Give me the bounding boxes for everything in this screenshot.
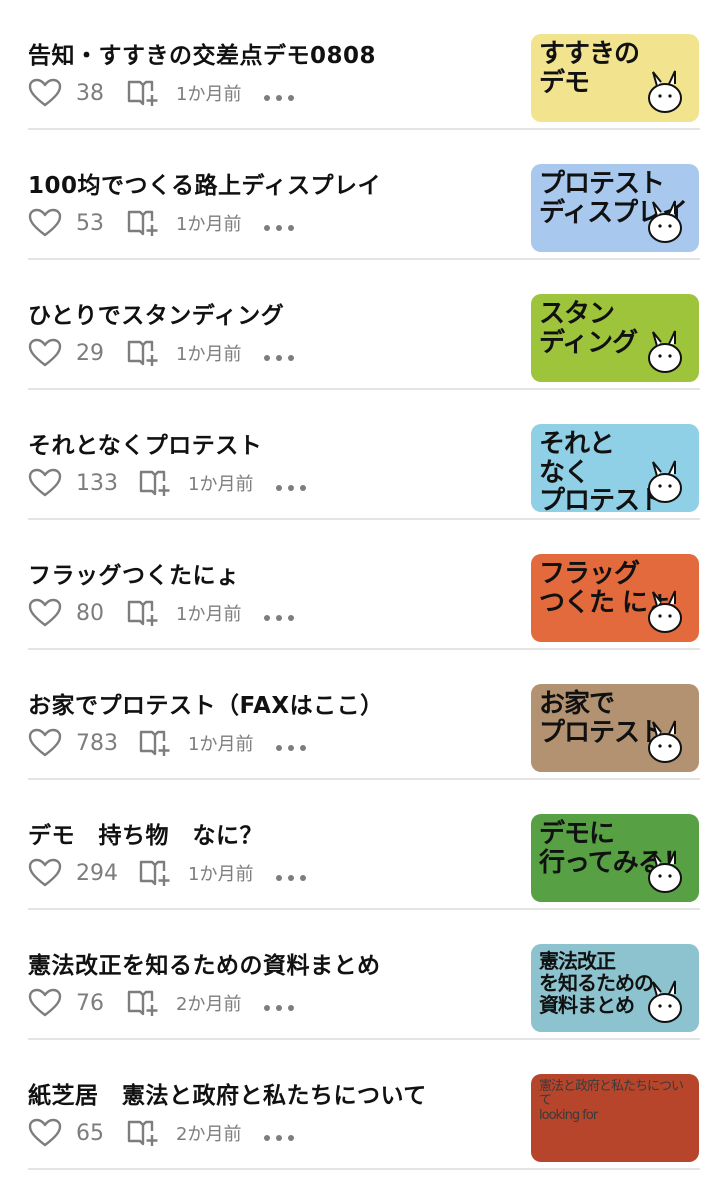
article-item[interactable]: それとなくプロテスト 133 1か月前 それと なく プロテスト	[0, 390, 728, 520]
article-meta: 38 1か月前	[28, 76, 295, 110]
article-meta: 294 1か月前	[28, 856, 307, 890]
heart-icon[interactable]	[28, 988, 62, 1018]
article-thumbnail[interactable]: それと なく プロテスト	[531, 424, 699, 512]
article-item[interactable]: ひとりでスタンディング 29 1か月前 スタン ディング	[0, 260, 728, 390]
heart-icon[interactable]	[28, 728, 62, 758]
article-title[interactable]: ひとりでスタンディング	[28, 296, 508, 330]
like-count: 53	[76, 210, 104, 236]
heart-icon[interactable]	[28, 858, 62, 888]
heart-icon[interactable]	[28, 78, 62, 108]
add-to-magazine-icon[interactable]	[126, 208, 160, 238]
article-meta: 133 1か月前	[28, 466, 307, 500]
like-count: 65	[76, 1120, 104, 1146]
article-title[interactable]: お家でプロテスト（FAXはここ）	[28, 686, 508, 720]
post-time: 2か月前	[176, 994, 242, 1015]
heart-icon[interactable]	[28, 468, 62, 498]
article-title[interactable]: 紙芝居 憲法と政府と私たちについて	[28, 1076, 508, 1110]
article-title[interactable]: フラッグつくたにょ	[28, 556, 508, 590]
more-options-icon[interactable]	[263, 348, 295, 361]
article-title[interactable]: 告知・すすきの交差点デモ0808	[28, 36, 508, 70]
article-thumbnail[interactable]: すすきの デモ	[531, 34, 699, 122]
article-meta: 29 1か月前	[28, 336, 295, 370]
article-thumbnail[interactable]: 憲法と政府と私たちについて looking for	[531, 1074, 699, 1162]
add-to-magazine-icon[interactable]	[138, 858, 172, 888]
post-time: 1か月前	[188, 864, 254, 885]
article-title[interactable]: 100均でつくる路上ディスプレイ	[28, 166, 508, 200]
add-to-magazine-icon[interactable]	[126, 338, 160, 368]
like-count: 38	[76, 80, 104, 106]
add-to-magazine-icon[interactable]	[138, 728, 172, 758]
article-thumbnail[interactable]: プロテスト ディスプレイ	[531, 164, 699, 252]
article-item[interactable]: 憲法改正を知るための資料まとめ 76 2か月前 憲法改正 を知るための 資料まと…	[0, 910, 728, 1040]
like-count: 80	[76, 600, 104, 626]
article-thumbnail[interactable]: お家で プロテスト	[531, 684, 699, 772]
article-title[interactable]: デモ 持ち物 なに？	[28, 816, 508, 850]
more-options-icon[interactable]	[275, 868, 307, 881]
article-thumbnail[interactable]: フラッグ つくた にょ	[531, 554, 699, 642]
article-thumbnail[interactable]: 憲法改正 を知るための 資料まとめ	[531, 944, 699, 1032]
like-count: 783	[76, 730, 118, 756]
post-time: 1か月前	[176, 604, 242, 625]
article-list: 告知・すすきの交差点デモ0808 38 1か月前 すすきの デモ 100均でつく…	[0, 0, 728, 1170]
article-thumbnail[interactable]: スタン ディング	[531, 294, 699, 382]
heart-icon[interactable]	[28, 598, 62, 628]
article-thumbnail[interactable]: デモに 行ってみる！	[531, 814, 699, 902]
article-item[interactable]: 100均でつくる路上ディスプレイ 53 1か月前 プロテスト ディスプレイ	[0, 130, 728, 260]
post-time: 2か月前	[176, 1124, 242, 1145]
add-to-magazine-icon[interactable]	[126, 988, 160, 1018]
more-options-icon[interactable]	[263, 998, 295, 1011]
article-item[interactable]: デモ 持ち物 なに？ 294 1か月前 デモに 行ってみる！	[0, 780, 728, 910]
like-count: 29	[76, 340, 104, 366]
article-meta: 783 1か月前	[28, 726, 307, 760]
like-count: 294	[76, 860, 118, 886]
post-time: 1か月前	[176, 214, 242, 235]
more-options-icon[interactable]	[263, 218, 295, 231]
more-options-icon[interactable]	[263, 1128, 295, 1141]
heart-icon[interactable]	[28, 208, 62, 238]
heart-icon[interactable]	[28, 1118, 62, 1148]
article-meta: 76 2か月前	[28, 986, 295, 1020]
article-title[interactable]: 憲法改正を知るための資料まとめ	[28, 946, 508, 980]
post-time: 1か月前	[176, 84, 242, 105]
add-to-magazine-icon[interactable]	[138, 468, 172, 498]
article-item[interactable]: 紙芝居 憲法と政府と私たちについて 65 2か月前 憲法と政府と私たちについて …	[0, 1040, 728, 1170]
article-item[interactable]: フラッグつくたにょ 80 1か月前 フラッグ つくた にょ	[0, 520, 728, 650]
thumbnail-text: 憲法と政府と私たちについて looking for	[539, 1079, 684, 1123]
add-to-magazine-icon[interactable]	[126, 1118, 160, 1148]
like-count: 133	[76, 470, 118, 496]
more-options-icon[interactable]	[275, 738, 307, 751]
post-time: 1か月前	[188, 474, 254, 495]
article-title[interactable]: それとなくプロテスト	[28, 426, 508, 460]
like-count: 76	[76, 990, 104, 1016]
article-meta: 65 2か月前	[28, 1116, 295, 1150]
article-item[interactable]: 告知・すすきの交差点デモ0808 38 1か月前 すすきの デモ	[0, 0, 728, 130]
post-time: 1か月前	[176, 344, 242, 365]
article-meta: 53 1か月前	[28, 206, 295, 240]
add-to-magazine-icon[interactable]	[126, 78, 160, 108]
article-item[interactable]: お家でプロテスト（FAXはここ） 783 1か月前 お家で プロテスト	[0, 650, 728, 780]
divider	[28, 1168, 700, 1170]
more-options-icon[interactable]	[263, 88, 295, 101]
more-options-icon[interactable]	[263, 608, 295, 621]
post-time: 1か月前	[188, 734, 254, 755]
article-meta: 80 1か月前	[28, 596, 295, 630]
heart-icon[interactable]	[28, 338, 62, 368]
add-to-magazine-icon[interactable]	[126, 598, 160, 628]
more-options-icon[interactable]	[275, 478, 307, 491]
